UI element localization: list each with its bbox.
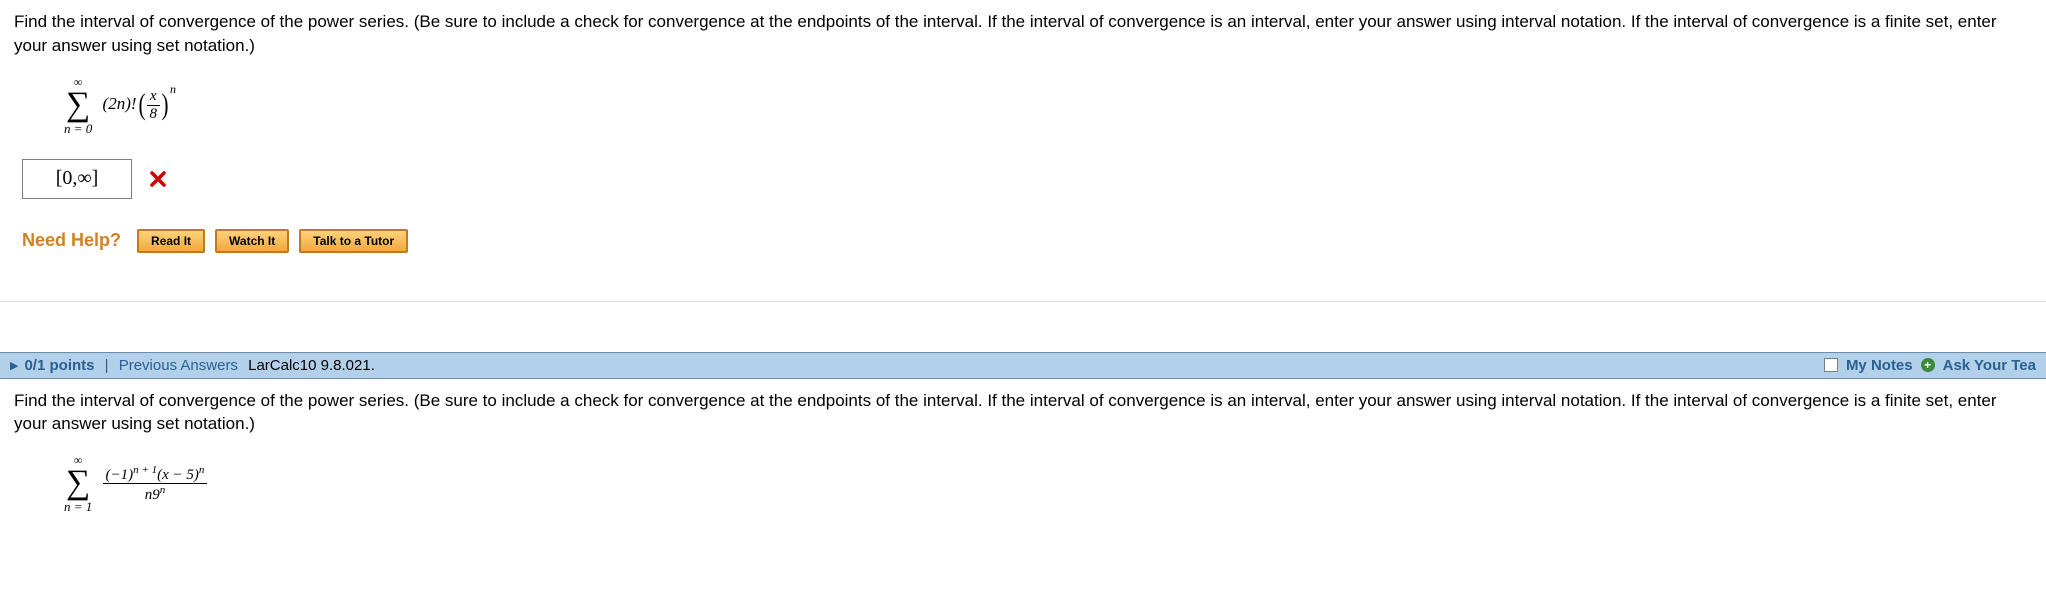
question-1: Find the interval of convergence of the …: [0, 0, 2046, 291]
coefficient: (2n)!: [103, 94, 137, 113]
fraction: x8: [147, 88, 161, 122]
pipe-separator: |: [100, 357, 112, 374]
talk-to-tutor-button[interactable]: Talk to a Tutor: [299, 229, 408, 253]
help-label: Need Help?: [22, 230, 121, 251]
fraction-denominator: n9n: [142, 484, 169, 504]
answer-input[interactable]: [22, 159, 132, 199]
sigma-glyph: ∑: [66, 88, 90, 122]
sigma-symbol: ∞ ∑ n = 1: [64, 454, 92, 513]
fraction-denominator: 8: [147, 106, 161, 123]
ask-teacher-link[interactable]: Ask Your Tea: [1943, 357, 2036, 374]
previous-answers-link[interactable]: Previous Answers: [119, 357, 238, 374]
my-notes-link[interactable]: My Notes: [1846, 357, 1913, 374]
header-right: My Notes + Ask Your Tea: [1824, 357, 2036, 374]
points-display: 0/1 points: [24, 357, 94, 374]
sigma-symbol: ∞ ∑ n = 0: [64, 76, 92, 135]
question-prompt: Find the interval of convergence of the …: [14, 389, 2032, 437]
plus-icon: +: [1921, 358, 1935, 372]
answer-row: [22, 159, 2032, 199]
notes-checkbox[interactable]: [1824, 358, 1838, 372]
series-term: (2n)!(x8)n: [103, 88, 176, 122]
question-header-bar: ▶ 0/1 points | Previous Answers LarCalc1…: [0, 352, 2046, 379]
fraction: (−1)n + 1(x − 5)n n9n: [103, 464, 208, 504]
fraction-numerator: (−1)n + 1(x − 5)n: [103, 464, 208, 485]
watch-it-button[interactable]: Watch It: [215, 229, 289, 253]
series-term: (−1)n + 1(x − 5)n n9n: [103, 464, 208, 504]
caret-icon: ▶: [10, 359, 18, 372]
source-reference: LarCalc10 9.8.021.: [244, 357, 375, 374]
series-formula: ∞ ∑ n = 0 (2n)!(x8)n: [64, 76, 2032, 135]
sigma-glyph: ∑: [66, 466, 90, 500]
fraction-numerator: x: [147, 88, 160, 106]
read-it-button[interactable]: Read It: [137, 229, 205, 253]
series-formula: ∞ ∑ n = 1 (−1)n + 1(x − 5)n n9n: [64, 454, 2032, 513]
sigma-lower-bound: n = 0: [64, 122, 92, 135]
question-2: Find the interval of convergence of the …: [0, 379, 2046, 548]
sigma-lower-bound: n = 1: [64, 500, 92, 513]
help-row: Need Help? Read It Watch It Talk to a Tu…: [22, 229, 2032, 253]
incorrect-icon: [150, 171, 166, 187]
exponent: n: [170, 82, 176, 96]
header-left: ▶ 0/1 points | Previous Answers LarCalc1…: [10, 357, 375, 374]
separator: [0, 301, 2046, 302]
question-prompt: Find the interval of convergence of the …: [14, 10, 2032, 58]
